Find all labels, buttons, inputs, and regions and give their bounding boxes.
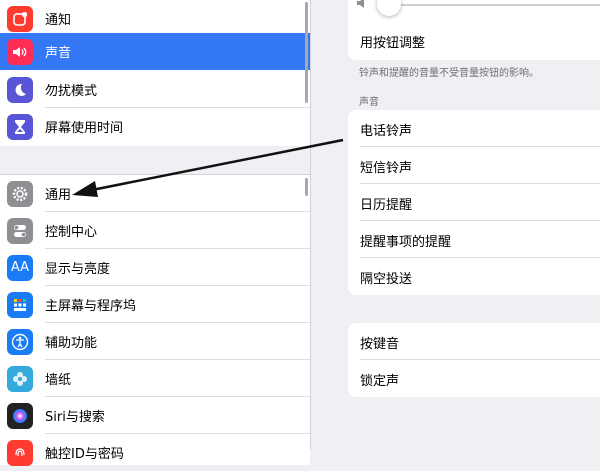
sidebar-item-sounds[interactable]: 声音 <box>0 33 310 70</box>
sidebar-item-control-center[interactable]: 控制中心 <box>0 212 310 249</box>
accessibility-icon <box>7 328 33 355</box>
sounds-icon <box>7 38 33 65</box>
sidebar-item-label: 勿扰模式 <box>45 84 98 99</box>
sidebar-item-label: 声音 <box>45 46 72 61</box>
moon-icon <box>7 76 33 103</box>
sidebar-group-2: 通用 控制中心 AA 显示与亮度 主屏幕与程序坞 辅助功能 墙纸 Siri与搜索… <box>0 174 310 466</box>
text-size-icon: AA <box>7 254 33 281</box>
sidebar-scrollbar-lower[interactable] <box>305 178 308 196</box>
ringtone-label: 电话铃声 <box>360 124 413 139</box>
calendar-alerts-label: 日历提醒 <box>360 198 413 213</box>
text-tone-label: 短信铃声 <box>360 161 413 176</box>
sidebar-group-1: 通知 声音 勿扰模式 屏幕使用时间 <box>0 0 310 146</box>
sidebar-item-label: 触控ID与密码 <box>45 447 124 462</box>
sounds-card: 电话铃声 短信铃声 日历提醒 提醒事项的提醒 隔空投送 <box>348 110 600 295</box>
lock-sound-row[interactable]: 锁定声 <box>348 360 600 397</box>
notifications-icon <box>7 5 33 32</box>
sidebar-item-touch-id-passcode[interactable]: 触控ID与密码 <box>0 434 310 471</box>
volume-footnote: 铃声和提醒的音量不受音量按钮的影响。 <box>359 68 539 79</box>
reminder-alerts-row[interactable]: 提醒事项的提醒 <box>348 221 600 258</box>
speaker-low-icon <box>357 0 367 12</box>
sounds-detail-pane: 用按钮调整 铃声和提醒的音量不受音量按钮的影响。 声音 电话铃声 短信铃声 日历… <box>311 0 600 450</box>
sidebar-item-label: 辅助功能 <box>45 336 98 351</box>
section-header-sounds: 声音 <box>359 97 379 108</box>
sidebar-item-label: 控制中心 <box>45 225 98 240</box>
sidebar-item-home-screen-dock[interactable]: 主屏幕与程序坞 <box>0 286 310 323</box>
sidebar-item-wallpaper[interactable]: 墙纸 <box>0 360 310 397</box>
change-with-buttons-label: 用按钮调整 <box>360 36 426 51</box>
sidebar-item-notifications[interactable]: 通知 <box>0 0 310 37</box>
calendar-alerts-row[interactable]: 日历提醒 <box>348 184 600 221</box>
ringer-volume-slider[interactable] <box>377 4 600 6</box>
change-with-buttons-cell: 用按钮调整 <box>348 22 600 59</box>
gear-icon <box>7 180 33 207</box>
settings-sidebar: 通知 声音 勿扰模式 屏幕使用时间 通用 控制中心 AA 显示与亮度 主屏幕与程… <box>0 0 311 466</box>
sidebar-item-siri-search[interactable]: Siri与搜索 <box>0 397 310 434</box>
sidebar-item-label: 通用 <box>45 188 72 203</box>
sidebar-item-label: 通知 <box>45 13 72 28</box>
hourglass-icon <box>7 113 33 140</box>
sidebar-item-do-not-disturb[interactable]: 勿扰模式 <box>0 71 310 108</box>
sidebar-scrollbar[interactable] <box>305 2 308 103</box>
sidebar-item-label: 主屏幕与程序坞 <box>45 299 137 314</box>
siri-icon <box>7 402 33 429</box>
sidebar-item-label: 显示与亮度 <box>45 262 111 277</box>
airdrop-label: 隔空投送 <box>360 272 413 287</box>
ringtone-row[interactable]: 电话铃声 <box>348 110 600 147</box>
sidebar-item-label: 屏幕使用时间 <box>45 121 124 136</box>
sidebar-item-display-brightness[interactable]: AA 显示与亮度 <box>0 249 310 286</box>
reminder-alerts-label: 提醒事项的提醒 <box>360 235 452 250</box>
keyboard-clicks-label: 按键音 <box>360 337 400 352</box>
toggles-icon <box>7 217 33 244</box>
sidebar-item-label: 墙纸 <box>45 373 72 388</box>
sidebar-item-label: Siri与搜索 <box>45 410 105 425</box>
sidebar-item-accessibility[interactable]: 辅助功能 <box>0 323 310 360</box>
wallpaper-flower-icon <box>7 365 33 392</box>
sidebar-item-screen-time[interactable]: 屏幕使用时间 <box>0 108 310 145</box>
change-with-buttons-row[interactable]: 用按钮调整 <box>348 22 600 60</box>
home-grid-icon <box>7 291 33 318</box>
text-tone-row[interactable]: 短信铃声 <box>348 147 600 184</box>
fingerprint-icon <box>7 439 33 466</box>
sidebar-item-general[interactable]: 通用 <box>0 175 310 212</box>
lock-sound-label: 锁定声 <box>360 374 400 389</box>
feedback-card: 按键音 锁定声 <box>348 323 600 397</box>
airdrop-row[interactable]: 隔空投送 <box>348 258 600 295</box>
keyboard-clicks-row[interactable]: 按键音 <box>348 323 600 360</box>
